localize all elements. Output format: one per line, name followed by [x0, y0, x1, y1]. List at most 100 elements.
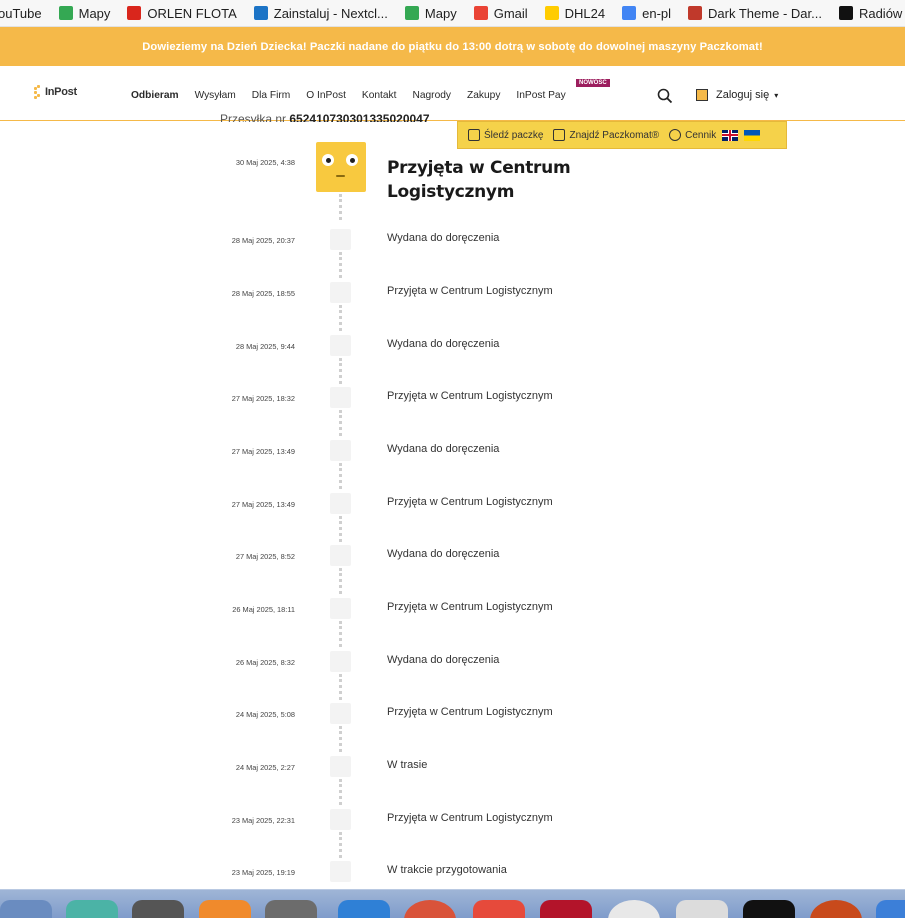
event-date: 27 Maj 2025, 18:32: [231, 394, 295, 403]
timeline-connector: [339, 410, 346, 436]
timeline-marker: [330, 809, 351, 830]
track-parcel-link[interactable]: Śledź paczkę: [468, 129, 543, 141]
new-badge: NOWOŚĆ: [576, 79, 610, 87]
bookmark-label: Zainstaluj - Nextcl...: [273, 5, 388, 21]
search-button[interactable]: [656, 87, 674, 105]
price-list-link[interactable]: Cennik: [669, 129, 716, 141]
timeline-connector: [339, 358, 346, 384]
dock-app-icon[interactable]: [404, 900, 456, 918]
bookmark-label: Radiów: [858, 5, 903, 21]
dock-app-icon[interactable]: [608, 900, 660, 918]
uk-flag-icon[interactable]: [722, 129, 739, 141]
timeline-marker: [330, 440, 351, 461]
dock: [0, 889, 905, 918]
nav-item-dla-firm[interactable]: Dla Firm: [252, 90, 290, 101]
bookmark-item[interactable]: Mapy: [397, 6, 466, 21]
event-date: 24 Maj 2025, 5:08: [235, 710, 295, 719]
bookmark-label: DHL24: [564, 5, 606, 21]
timeline-connector: [339, 194, 346, 220]
login-button[interactable]: Zaloguj się ▾: [696, 89, 778, 101]
dock-app-icon[interactable]: [199, 900, 251, 918]
parcel-number-line: Przesyłka nr 652410730301335020047: [220, 112, 430, 122]
track-label: Śledź paczkę: [484, 129, 544, 141]
gmail-icon: [473, 6, 488, 20]
dock-app-icon[interactable]: [540, 900, 592, 918]
ua-flag-icon[interactable]: [744, 129, 761, 141]
timeline-marker: [330, 387, 351, 408]
event-status: Wydana do doręczenia: [387, 232, 500, 244]
bookmark-item[interactable]: DHL24: [537, 6, 614, 21]
paczkomat-icon: [553, 129, 566, 141]
bookmark-label: ORLEN FLOTA: [147, 5, 237, 21]
inpost-logo-icon: [34, 85, 44, 99]
timeline-marker: [330, 703, 351, 724]
nav-item-kontakt[interactable]: Kontakt: [362, 90, 397, 101]
orlen-icon: [127, 6, 142, 20]
timeline-connector: [339, 516, 346, 542]
event-status: Wydana do doręczenia: [387, 443, 500, 455]
bookmark-item[interactable]: Dark Theme - Dar...: [680, 6, 831, 21]
bookmark-label: en-pl: [642, 5, 672, 21]
find-paczkomat-link[interactable]: Znajdź Paczkomat®: [553, 129, 659, 141]
timeline-connector: [339, 305, 346, 331]
event-date: 23 Maj 2025, 22:31: [231, 816, 295, 825]
timeline-marker: [330, 598, 351, 619]
dock-app-icon[interactable]: [676, 900, 728, 918]
event-date: 27 Maj 2025, 13:49: [231, 447, 295, 456]
bookmark-item[interactable]: ouTube: [0, 6, 51, 21]
price-label: Cennik: [685, 129, 717, 141]
event-date: 24 Maj 2025, 2:27: [235, 763, 295, 772]
bookmark-item[interactable]: en-pl: [614, 6, 680, 21]
nav-item-wysylam[interactable]: Wysyłam: [195, 90, 236, 101]
bookmark-item[interactable]: Gmail: [466, 6, 537, 21]
timeline-marker: [330, 545, 351, 566]
timeline-connector: [339, 568, 346, 594]
event-date: 27 Maj 2025, 8:52: [235, 552, 295, 561]
promo-banner[interactable]: Dowieziemy na Dzień Dziecka! Paczki nada…: [0, 27, 905, 66]
bookmark-label: Mapy: [78, 5, 111, 21]
event-status: Przyjęta w Centrum Logistycznym: [387, 390, 553, 402]
event-status: Przyjęta w Centrum Logistycznym: [387, 706, 553, 718]
dock-app-icon[interactable]: [132, 900, 184, 918]
event-status: Przyjęta w Centrum Logistycznym: [387, 496, 553, 508]
bookmark-item[interactable]: Zainstaluj - Nextcl...: [246, 6, 397, 21]
event-status: Wydana do doręczenia: [387, 548, 500, 560]
dock-app-icon[interactable]: [0, 900, 52, 918]
login-icon: [696, 89, 708, 101]
search-icon: [657, 88, 673, 104]
dock-app-icon[interactable]: [810, 900, 862, 918]
event-date: 23 Maj 2025, 19:19: [231, 868, 295, 877]
inpost-logo[interactable]: InPost: [34, 85, 77, 99]
find-label: Znajdź Paczkomat®: [569, 129, 660, 141]
dock-app-icon[interactable]: [66, 900, 118, 918]
dock-app-icon[interactable]: [743, 900, 795, 918]
chevron-down-icon: ▾: [774, 90, 779, 100]
dock-app-icon[interactable]: [265, 900, 317, 918]
dock-app-icon[interactable]: [876, 900, 905, 918]
timeline-marker: [330, 282, 351, 303]
nav-item-o-inpost[interactable]: O InPost: [306, 90, 346, 101]
nav-item-inpost-pay[interactable]: InPost Pay: [516, 90, 565, 101]
parcel-prefix: Przesyłka nr: [220, 112, 287, 122]
event-date: 26 Maj 2025, 8:32: [235, 658, 295, 667]
event-status: Przyjęta w Centrum Logistycznym: [387, 601, 553, 613]
bookmark-label: ouTube: [0, 5, 42, 21]
bookmark-item[interactable]: ORLEN FLOTA: [119, 6, 245, 21]
nav-item-nagrody[interactable]: Nagrody: [412, 90, 451, 101]
event-status: W trasie: [387, 759, 428, 771]
event-status: Przyjęta w Centrum Logistycznym: [387, 812, 553, 824]
event-date: 30 Maj 2025, 4:38: [235, 158, 295, 167]
bookmark-item[interactable]: Mapy: [51, 6, 120, 21]
dock-app-icon[interactable]: [473, 900, 525, 918]
login-label: Zaloguj się: [716, 89, 770, 101]
bookmark-item[interactable]: Radiów: [831, 6, 905, 21]
nav-item-odbieram[interactable]: Odbieram: [131, 90, 179, 101]
timeline-marker: [330, 229, 351, 250]
dock-app-icon[interactable]: [338, 900, 390, 918]
event-date: 28 Maj 2025, 18:55: [231, 289, 295, 298]
event-date: 28 Maj 2025, 9:44: [235, 342, 295, 351]
timeline-connector: [339, 726, 346, 752]
event-status: W trakcie przygotowania: [387, 864, 507, 876]
bookmark-label: Gmail: [493, 5, 528, 21]
nav-item-zakupy[interactable]: Zakupy: [467, 90, 500, 101]
